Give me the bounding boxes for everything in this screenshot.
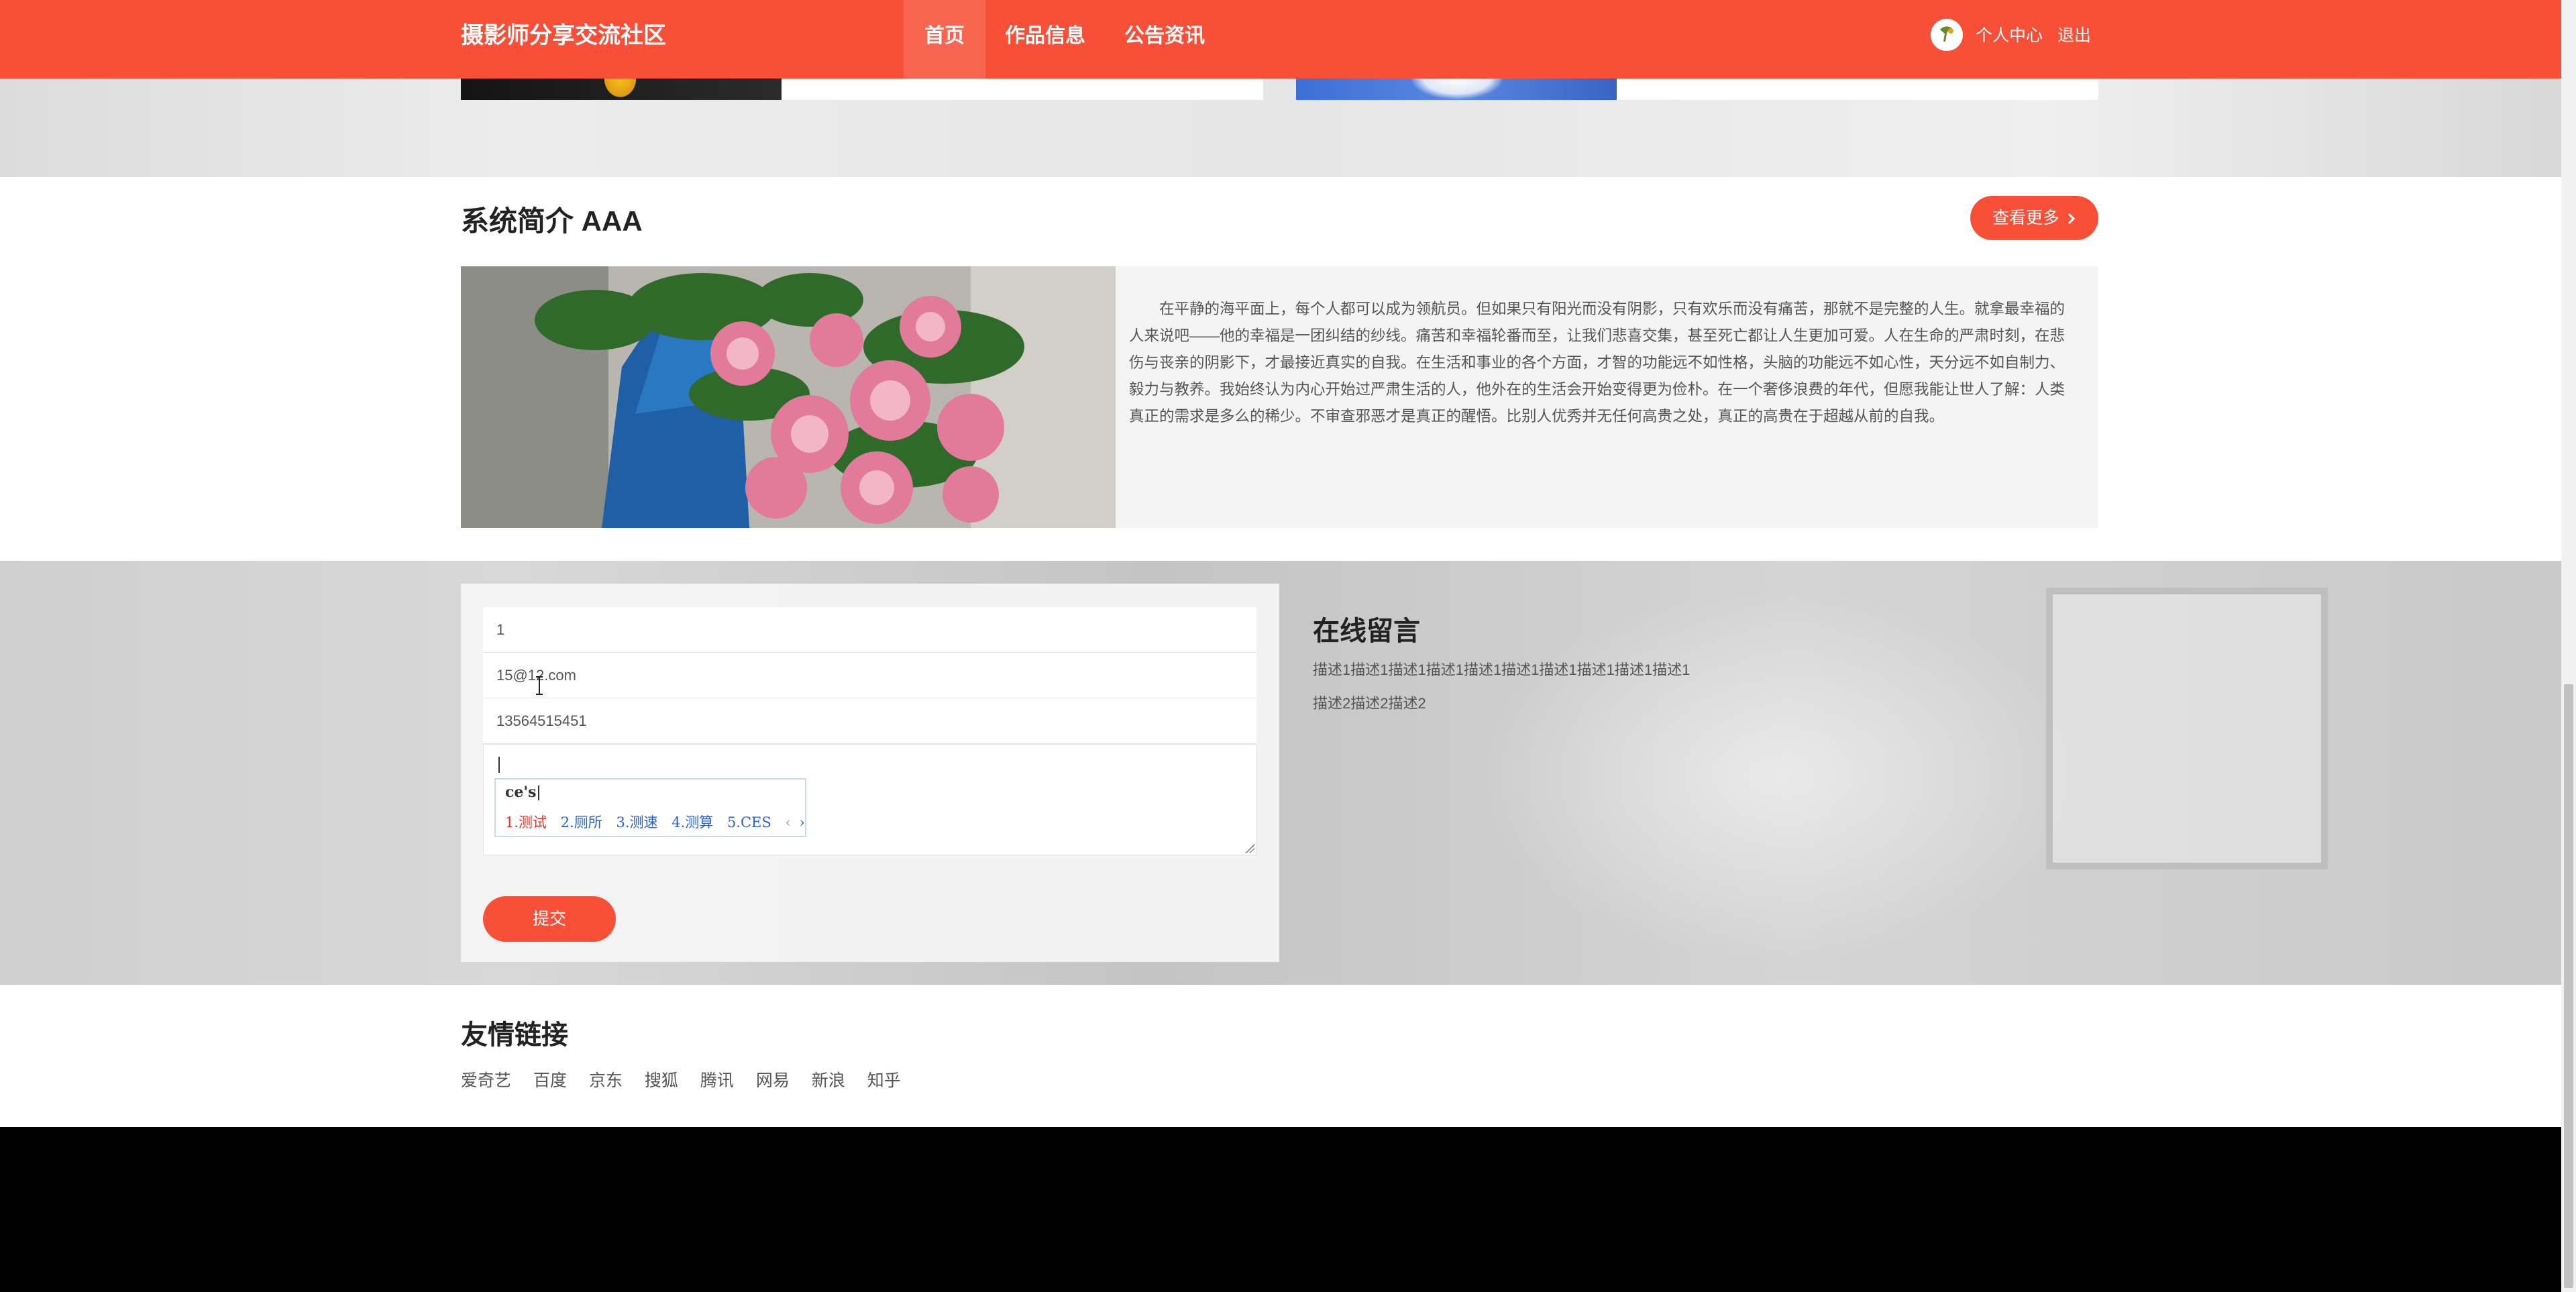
chevron-right-icon	[2064, 209, 2076, 227]
intro-text: 在平静的海平面上，每个人都可以成为领航员。但如果只有阳光而没有阴影，只有欢乐而没…	[1129, 301, 2065, 425]
link-item[interactable]: 知乎	[867, 1071, 901, 1090]
scrollbar-thumb[interactable]	[2564, 684, 2573, 1288]
navbar: 摄影师分享交流社区 首页 作品信息 公告资讯 个人中心 退出	[0, 0, 2561, 78]
ime-candidate[interactable]: 5.CES	[727, 814, 771, 830]
avatar-figure-icon	[1931, 19, 1963, 51]
work-card-1[interactable]	[782, 78, 1263, 100]
user-center-link[interactable]: 个人中心	[1976, 0, 2043, 72]
link-item[interactable]: 搜狐	[645, 1071, 678, 1090]
text-caret	[498, 757, 500, 773]
message-form: 1 15@12.com 13564515451 ce's 1.测试 2.厕所 3…	[461, 584, 1279, 962]
page: 摄影师分享交流社区 首页 作品信息 公告资讯 个人中心 退出 系统简介 AAA …	[0, 0, 2576, 1292]
work-thumbnail-2[interactable]	[1296, 78, 1617, 100]
view-more-button[interactable]: 查看更多	[1970, 196, 2098, 240]
link-item[interactable]: 京东	[589, 1071, 623, 1090]
work-card-2[interactable]	[1617, 78, 2098, 100]
work-thumbnail-1[interactable]	[461, 78, 782, 100]
link-item[interactable]: 爱奇艺	[461, 1071, 511, 1090]
view-more-label: 查看更多	[1992, 209, 2060, 227]
link-item[interactable]: 腾讯	[700, 1071, 734, 1090]
message-description-2: 描述2描述2描述2	[1313, 695, 1426, 712]
intro-flower-image	[461, 266, 1116, 528]
submit-button[interactable]: 提交	[483, 896, 616, 942]
top-background-strip	[0, 78, 2561, 177]
resize-grip-icon[interactable]	[1245, 844, 1254, 853]
message-title: 在线留言	[1313, 616, 1420, 646]
ime-next-icon[interactable]: ›	[800, 814, 805, 830]
user-avatar[interactable]	[1931, 19, 1963, 51]
ime-composition: ce's	[505, 784, 539, 801]
ime-candidate[interactable]: 2.厕所	[561, 814, 602, 830]
links-title: 友情链接	[461, 1020, 568, 1050]
links-list: 爱奇艺 百度 京东 搜狐 腾讯 网易 新浪 知乎	[461, 1067, 918, 1091]
intro-title: 系统简介 AAA	[461, 205, 643, 237]
ime-candidate[interactable]: 1.测试	[505, 814, 547, 830]
page-scrollbar[interactable]	[2561, 0, 2576, 1292]
ime-candidate[interactable]: 3.测速	[616, 814, 657, 830]
intro-content-box: 在平静的海平面上，每个人都可以成为领航员。但如果只有阳光而没有阴影，只有欢乐而没…	[461, 266, 2098, 528]
friendly-links-section: 友情链接 爱奇艺 百度 京东 搜狐 腾讯 网易 新浪 知乎	[0, 985, 2561, 1127]
link-item[interactable]: 网易	[756, 1071, 790, 1090]
ime-candidate[interactable]: 4.测算	[672, 814, 713, 830]
ime-candidate-popup: ce's 1.测试 2.厕所 3.测速 4.测算 5.CES ‹ ›	[494, 778, 806, 837]
message-section: 1 15@12.com 13564515451 ce's 1.测试 2.厕所 3…	[0, 561, 2561, 985]
ime-candidates: 1.测试 2.厕所 3.测速 4.测算 5.CES ‹ ›	[505, 812, 814, 832]
system-intro-section: 系统简介 AAA 查看更多 在平静的海平面上，每个人都可以成为领航员。但如果只有…	[0, 177, 2561, 561]
site-brand[interactable]: 摄影师分享交流社区	[461, 0, 666, 78]
message-description-1: 描述1描述1描述1描述1描述1描述1描述1描述1描述1描述1	[1313, 661, 1690, 678]
email-input[interactable]: 15@12.com	[483, 653, 1256, 698]
link-item[interactable]: 新浪	[812, 1071, 845, 1090]
phone-input[interactable]: 13564515451	[483, 698, 1256, 744]
nav-news[interactable]: 公告资讯	[1118, 0, 1212, 78]
footer	[0, 1127, 2561, 1292]
ime-prev-icon[interactable]: ‹	[785, 814, 790, 830]
link-item[interactable]: 百度	[533, 1071, 567, 1090]
nav-works[interactable]: 作品信息	[998, 0, 1092, 78]
nav-home[interactable]: 首页	[904, 0, 985, 78]
name-input[interactable]: 1	[483, 607, 1256, 653]
logout-link[interactable]: 退出	[2057, 0, 2091, 72]
text-cursor-icon	[535, 676, 544, 695]
